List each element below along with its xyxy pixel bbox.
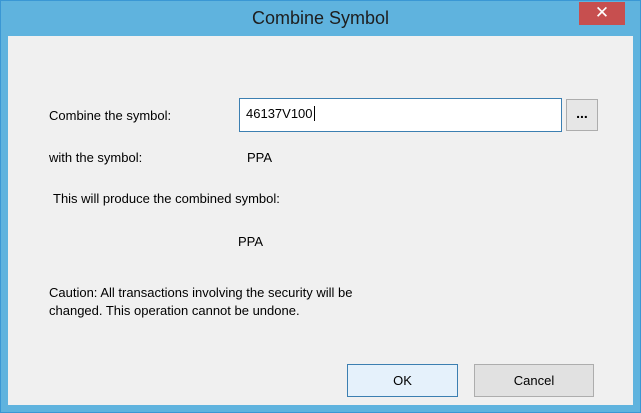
- combine-symbol-input-value: 46137V100: [246, 106, 313, 121]
- dialog-title: Combine Symbol: [251, 8, 390, 28]
- combine-symbol-dialog: Combine Symbol ✕ Combine the symbol: 461…: [0, 0, 641, 413]
- cancel-button[interactable]: Cancel: [474, 364, 594, 397]
- combine-symbol-input[interactable]: 46137V100: [239, 98, 562, 132]
- text-caret: [313, 106, 315, 121]
- close-button[interactable]: ✕: [579, 2, 625, 25]
- with-symbol-value: PPA: [247, 150, 273, 165]
- dialog-body: Combine the symbol: 46137V100 ... with t…: [8, 36, 633, 405]
- combined-symbol-label: This will produce the combined symbol:: [53, 191, 280, 206]
- caution-text-line-2: changed. This operation cannot be undone…: [49, 303, 300, 318]
- browse-symbol-button[interactable]: ...: [566, 99, 598, 131]
- combined-symbol-value: PPA: [238, 234, 264, 249]
- close-icon: ✕: [594, 3, 610, 23]
- title-bar[interactable]: Combine Symbol ✕: [1, 1, 640, 36]
- ok-button[interactable]: OK: [347, 364, 458, 397]
- with-symbol-label: with the symbol:: [49, 150, 143, 165]
- combine-symbol-label: Combine the symbol:: [49, 108, 172, 123]
- caution-text-line-1: Caution: All transactions involving the …: [49, 285, 353, 300]
